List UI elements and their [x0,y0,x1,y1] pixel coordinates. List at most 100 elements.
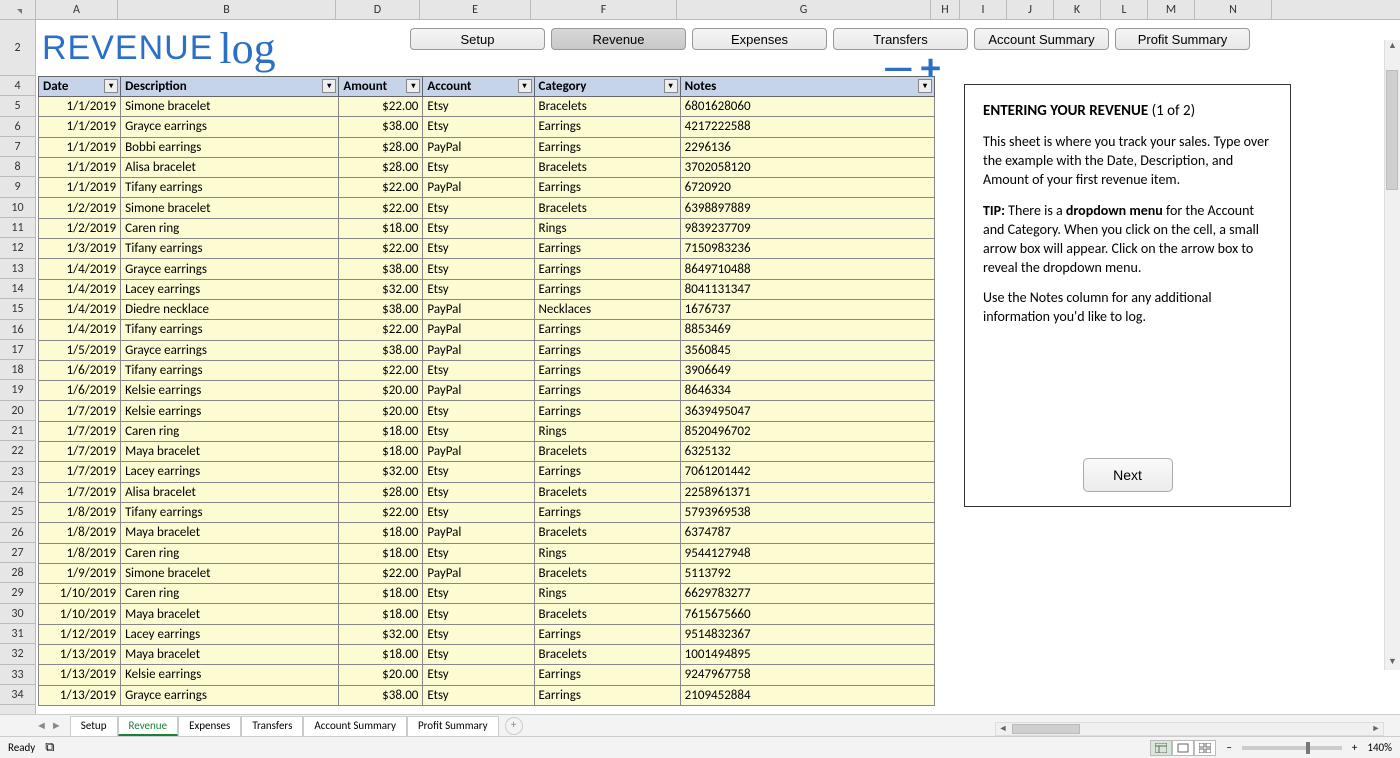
table-row[interactable]: 1/4/2019Tifany earrings$22.00PayPalEarri… [39,320,935,340]
cell-notes[interactable]: 3906649 [680,360,934,380]
zoom-level[interactable]: 140% [1367,741,1392,754]
plus-icon[interactable]: + [921,58,941,78]
cell-notes[interactable]: 6801628060 [680,97,934,117]
hscroll-right-arrow[interactable]: ► [1369,723,1383,735]
cell-date[interactable]: 1/7/2019 [39,482,121,502]
minus-icon[interactable]: — [882,58,915,78]
row-header-17[interactable]: 17 [0,340,35,360]
view-normal-button[interactable] [1150,740,1172,756]
cell-account[interactable]: PayPal [423,340,534,360]
table-row[interactable]: 1/12/2019Lacey earrings$32.00EtsyEarring… [39,624,935,644]
cell-date[interactable]: 1/5/2019 [39,340,121,360]
table-row[interactable]: 1/8/2019Caren ring$18.00EtsyRings9544127… [39,543,935,563]
filter-notes-icon[interactable]: ▾ [918,79,932,93]
cell-desc[interactable]: Grayce earrings [121,117,339,137]
cell-date[interactable]: 1/10/2019 [39,584,121,604]
cell-desc[interactable]: Maya bracelet [121,645,339,665]
cell-date[interactable]: 1/12/2019 [39,624,121,644]
cell-notes[interactable]: 6374787 [680,523,934,543]
cell-account[interactable]: Etsy [423,502,534,522]
cell-date[interactable]: 1/13/2019 [39,645,121,665]
cell-desc[interactable]: Caren ring [121,543,339,563]
table-row[interactable]: 1/13/2019Kelsie earrings$20.00EtsyEarrin… [39,665,935,685]
row-header-6[interactable]: 6 [0,117,35,137]
row-header-28[interactable]: 28 [0,563,35,583]
row-header-22[interactable]: 22 [0,441,35,461]
filter-account-icon[interactable]: ▾ [518,79,532,93]
cell-account[interactable]: PayPal [423,442,534,462]
horizontal-scrollbar[interactable]: ◄ ► [995,722,1384,736]
cell-date[interactable]: 1/4/2019 [39,259,121,279]
vscroll-thumb[interactable] [1386,70,1398,190]
cell-amount[interactable]: $32.00 [339,462,423,482]
cell-account[interactable]: Etsy [423,198,534,218]
row-header-14[interactable]: 14 [0,279,35,299]
cell-desc[interactable]: Tifany earrings [121,502,339,522]
cell-date[interactable]: 1/1/2019 [39,137,121,157]
table-row[interactable]: 1/1/2019Grayce earrings$38.00EtsyEarring… [39,117,935,137]
col-header-K[interactable]: K [1054,0,1101,19]
table-row[interactable]: 1/8/2019Tifany earrings$22.00EtsyEarring… [39,502,935,522]
cell-category[interactable]: Bracelets [534,157,680,177]
cell-amount[interactable]: $22.00 [339,563,423,583]
cell-category[interactable]: Earrings [534,117,680,137]
cell-desc[interactable]: Grayce earrings [121,340,339,360]
worksheet-grid[interactable]: REVENUE log SetupRevenueExpensesTransfer… [36,20,1400,714]
cell-category[interactable]: Earrings [534,137,680,157]
row-header-21[interactable]: 21 [0,421,35,441]
row-header-2[interactable]: 2 [0,20,35,76]
cell-account[interactable]: PayPal [423,523,534,543]
cell-notes[interactable]: 3639495047 [680,401,934,421]
cell-desc[interactable]: Simone bracelet [121,97,339,117]
cell-account[interactable]: Etsy [423,645,534,665]
cell-category[interactable]: Bracelets [534,482,680,502]
row-header-5[interactable]: 5 [0,96,35,116]
cell-desc[interactable]: Alisa bracelet [121,482,339,502]
cell-amount[interactable]: $38.00 [339,299,423,319]
cell-desc[interactable]: Bobbi earrings [121,137,339,157]
cell-desc[interactable]: Tifany earrings [121,239,339,259]
hscroll-left-arrow[interactable]: ◄ [996,723,1010,735]
cell-date[interactable]: 1/6/2019 [39,360,121,380]
add-sheet-button[interactable]: + [505,717,523,735]
col-header-L[interactable]: L [1101,0,1148,19]
cell-account[interactable]: Etsy [423,259,534,279]
cell-date[interactable]: 1/1/2019 [39,178,121,198]
cell-category[interactable]: Earrings [534,178,680,198]
col-header-M[interactable]: M [1148,0,1195,19]
cell-desc[interactable]: Caren ring [121,218,339,238]
table-row[interactable]: 1/8/2019Maya bracelet$18.00PayPalBracele… [39,523,935,543]
table-row[interactable]: 1/2/2019Simone bracelet$22.00EtsyBracele… [39,198,935,218]
cell-account[interactable]: PayPal [423,137,534,157]
cell-date[interactable]: 1/8/2019 [39,523,121,543]
cell-account[interactable]: Etsy [423,685,534,705]
cell-amount[interactable]: $22.00 [339,97,423,117]
cell-category[interactable]: Earrings [534,381,680,401]
cell-notes[interactable]: 3702058120 [680,157,934,177]
row-header-29[interactable]: 29 [0,583,35,603]
cell-account[interactable]: Etsy [423,624,534,644]
row-header-18[interactable]: 18 [0,360,35,380]
cell-date[interactable]: 1/2/2019 [39,198,121,218]
table-row[interactable]: 1/6/2019Kelsie earrings$20.00PayPalEarri… [39,381,935,401]
cell-desc[interactable]: Maya bracelet [121,523,339,543]
cell-notes[interactable]: 9247967758 [680,665,934,685]
table-row[interactable]: 1/9/2019Simone bracelet$22.00PayPalBrace… [39,563,935,583]
sheet-tab-account-summary[interactable]: Account Summary [303,716,407,736]
row-header-20[interactable]: 20 [0,401,35,421]
filter-amount-icon[interactable]: ▾ [406,79,420,93]
cell-desc[interactable]: Tifany earrings [121,320,339,340]
cell-category[interactable]: Bracelets [534,563,680,583]
cell-amount[interactable]: $22.00 [339,239,423,259]
row-header-24[interactable]: 24 [0,482,35,502]
cell-category[interactable]: Earrings [534,462,680,482]
cell-amount[interactable]: $28.00 [339,137,423,157]
header-notes[interactable]: Notes▾ [680,77,934,97]
cell-amount[interactable]: $32.00 [339,624,423,644]
view-page-layout-button[interactable] [1172,740,1194,756]
cell-category[interactable]: Rings [534,543,680,563]
nav-account-summary[interactable]: Account Summary [974,28,1109,50]
col-header-H[interactable]: H [931,0,960,19]
cell-notes[interactable]: 5113792 [680,563,934,583]
row-header-9[interactable]: 9 [0,177,35,197]
